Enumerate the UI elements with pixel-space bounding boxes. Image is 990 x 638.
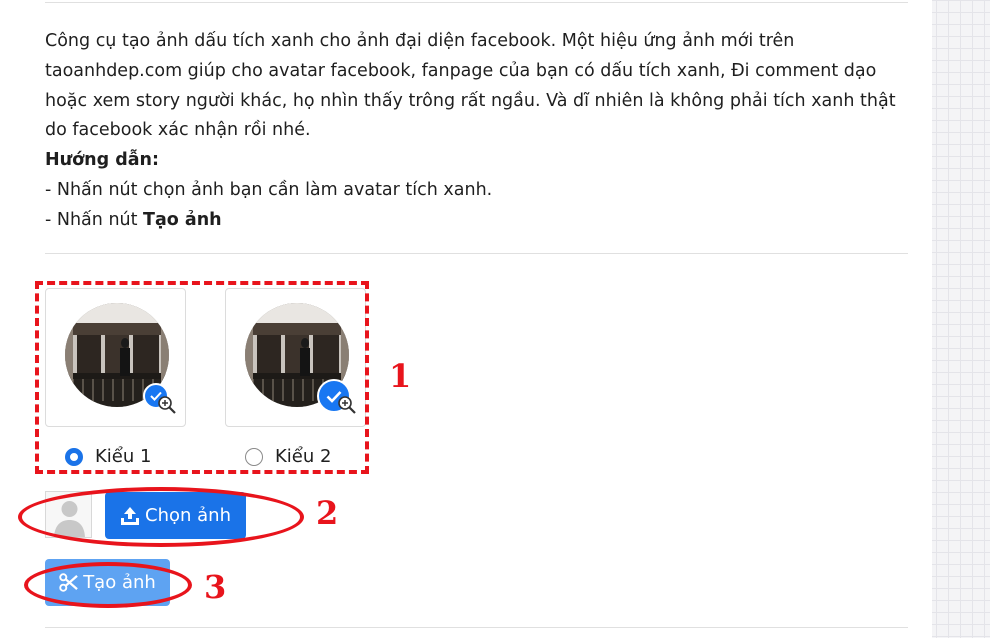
guide-step-2-prefix: - Nhấn nút	[45, 209, 144, 230]
top-divider	[45, 2, 908, 3]
bottom-divider	[45, 627, 908, 628]
intro-text: Công cụ tạo ảnh dấu tích xanh cho ảnh đạ…	[45, 27, 905, 236]
intro-line-3: hoặc xem story người khác, họ nhìn thấy …	[45, 90, 896, 111]
annotation-number-2: 2	[316, 494, 339, 532]
annotation-number-1: 1	[389, 357, 412, 395]
guide-step-1: - Nhấn nút chọn ảnh bạn cần làm avatar t…	[45, 179, 493, 200]
intro-line-4: do facebook xác nhận rồi nhé.	[45, 120, 311, 141]
annotation-number-3: 3	[204, 568, 227, 606]
guide-step-2-bold: Tạo ảnh	[143, 209, 222, 230]
guide-step-2: - Nhấn nút Tạo ảnh	[45, 206, 905, 236]
intro-line-2: taoanhdep.com giúp cho avatar facebook, …	[45, 60, 877, 81]
annotation-ellipse-choose	[18, 487, 304, 547]
guide-heading: Hướng dẫn:	[45, 150, 159, 171]
annotation-box-styles	[35, 281, 369, 474]
annotation-ellipse-create	[24, 562, 192, 608]
middle-divider	[45, 253, 908, 254]
intro-line-1: Công cụ tạo ảnh dấu tích xanh cho ảnh đạ…	[45, 31, 795, 51]
